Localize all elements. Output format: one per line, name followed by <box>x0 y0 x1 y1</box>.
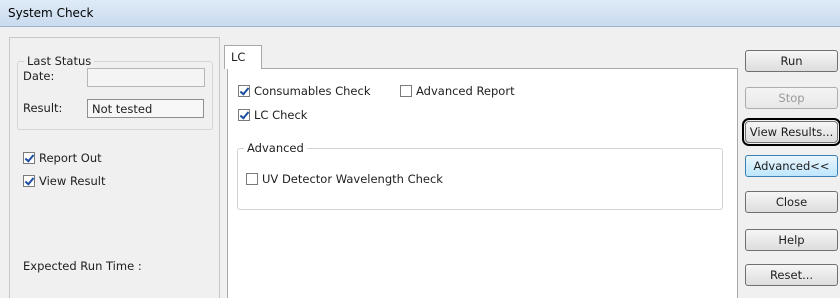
view-results-button[interactable]: View Results... <box>742 118 840 146</box>
advanced-legend: Advanced <box>244 141 307 155</box>
advanced-report-label: Advanced Report <box>416 84 515 98</box>
date-field <box>87 68 205 87</box>
stop-button[interactable]: Stop <box>745 87 838 109</box>
window-title: System Check <box>8 6 94 20</box>
reset-button[interactable]: Reset... <box>745 264 838 286</box>
expected-run-time-label: Expected Run Time : <box>23 259 142 273</box>
view-result-label: View Result <box>39 174 106 188</box>
consumables-check-checkbox[interactable]: Consumables Check <box>238 84 370 98</box>
lc-check-icon <box>238 109 250 121</box>
consumables-check-icon <box>238 85 250 97</box>
lc-check-label: LC Check <box>254 108 308 122</box>
lc-check-checkbox[interactable]: LC Check <box>238 108 307 122</box>
tab-lc-label: LC <box>231 50 246 64</box>
uv-detector-checkbox[interactable]: UV Detector Wavelength Check <box>246 172 443 186</box>
consumables-check-label: Consumables Check <box>254 84 371 98</box>
report-out-checkbox[interactable]: Report Out <box>23 151 102 165</box>
run-button[interactable]: Run <box>745 50 838 72</box>
tab-lc[interactable]: LC <box>224 45 262 69</box>
uv-detector-check-icon <box>246 173 258 185</box>
title-bar: System Check <box>0 0 840 27</box>
date-label: Date: <box>23 69 55 83</box>
uv-detector-label: UV Detector Wavelength Check <box>262 172 443 186</box>
result-field: Not tested <box>87 99 204 118</box>
result-label: Result: <box>23 101 63 115</box>
report-out-label: Report Out <box>39 151 102 165</box>
help-button[interactable]: Help <box>745 229 838 251</box>
view-result-checkbox[interactable]: View Result <box>23 174 105 188</box>
advanced-report-checkbox[interactable]: Advanced Report <box>400 84 515 98</box>
last-status-legend: Last Status <box>24 54 95 68</box>
advanced-button[interactable]: Advanced<< <box>745 155 838 177</box>
report-out-check-icon <box>23 152 35 164</box>
view-result-check-icon <box>23 175 35 187</box>
advanced-report-check-icon <box>400 85 412 97</box>
close-button[interactable]: Close <box>745 191 838 213</box>
